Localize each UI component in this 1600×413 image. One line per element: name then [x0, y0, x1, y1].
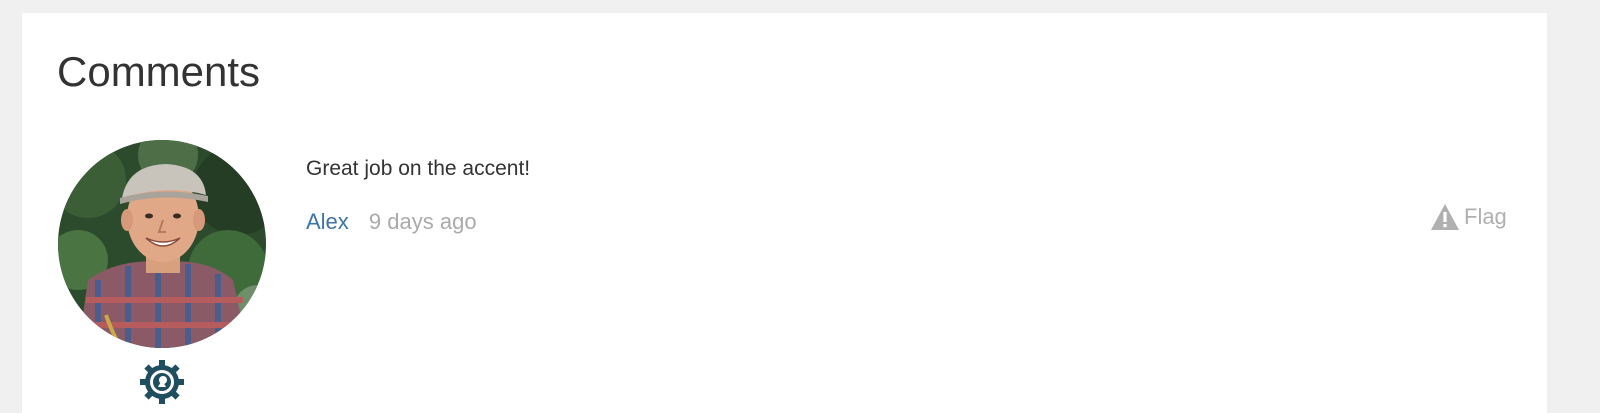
comment-author-link[interactable]: Alex [306, 209, 349, 234]
avatar-photo-icon [58, 140, 266, 348]
warning-triangle-icon [1431, 204, 1459, 230]
flag-button[interactable]: Flag [1430, 203, 1507, 231]
comments-heading: Comments [57, 48, 261, 95]
comment-meta: Alex 9 days ago [306, 209, 477, 235]
avatar[interactable] [58, 140, 266, 348]
comment-timestamp: 9 days ago [368, 209, 477, 234]
comments-card: Comments Great job on the accent! Alex 9… [22, 13, 1547, 413]
avatar-container [58, 140, 266, 410]
comment-text: Great job on the accent! [306, 157, 531, 180]
gear-badge-icon [140, 360, 184, 404]
flag-label: Flag [1464, 204, 1507, 229]
